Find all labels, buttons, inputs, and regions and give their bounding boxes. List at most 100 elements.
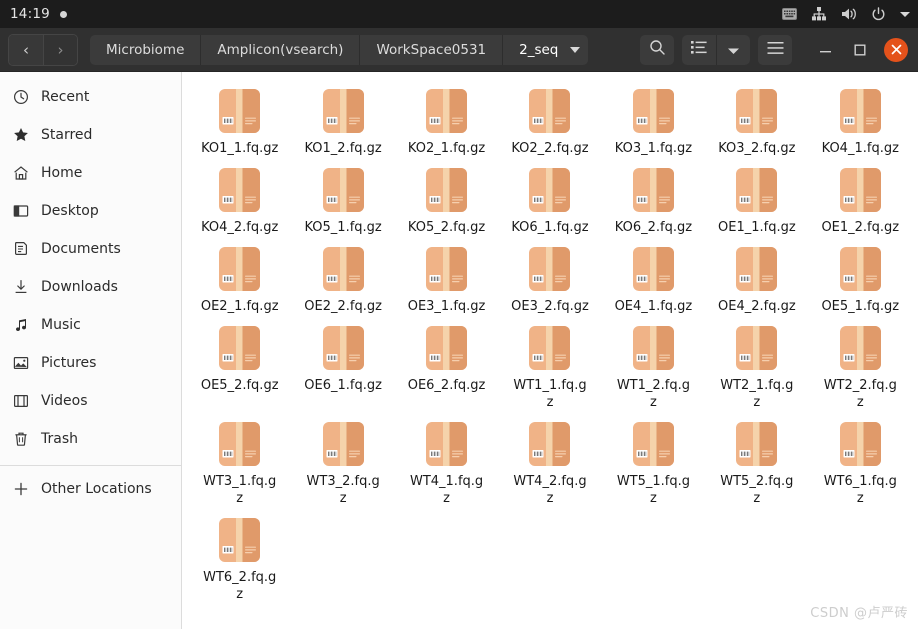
file-item[interactable]: OE1_1.fq.gz: [705, 161, 808, 236]
sidebar-item-music[interactable]: Music: [0, 306, 181, 344]
archive-file-icon: [632, 167, 675, 213]
network-icon[interactable]: [811, 7, 827, 21]
archive-file-icon: [218, 246, 261, 292]
file-name-label: OE3_2.fq.gz: [511, 299, 589, 314]
file-name-label: KO2_1.fq.gz: [407, 141, 486, 156]
system-top-bar: 14:19: [0, 0, 918, 28]
search-button[interactable]: [640, 34, 674, 65]
sidebar-item-other-locations[interactable]: Other Locations: [0, 470, 181, 508]
file-name-label: WT3_2.fq.gz: [306, 474, 380, 506]
file-name-label: WT1_1.fq.gz: [513, 378, 587, 410]
keyboard-layout-icon[interactable]: [782, 8, 797, 20]
breadcrumb-item-amplicon[interactable]: Amplicon(vsearch): [201, 34, 361, 65]
file-item[interactable]: KO6_2.fq.gz: [602, 161, 705, 236]
file-item[interactable]: WT2_1.fq.gz: [705, 319, 808, 411]
archive-file-icon: [528, 167, 571, 213]
file-icon-grid: KO1_1.fq.gz KO1_2.fq.gz KO2_1.fq.gz KO2_2.f…: [188, 82, 912, 603]
sidebar-item-videos[interactable]: Videos: [0, 382, 181, 420]
file-item[interactable]: OE6_1.fq.gz: [291, 319, 394, 411]
back-button[interactable]: ‹: [9, 34, 43, 65]
music-note-icon: [12, 317, 29, 334]
sidebar-item-documents[interactable]: Documents: [0, 230, 181, 268]
minimize-button[interactable]: [814, 39, 836, 61]
forward-button[interactable]: ›: [43, 34, 77, 65]
file-name-label: KO3_1.fq.gz: [614, 141, 693, 156]
breadcrumb-item-workspace0531[interactable]: WorkSpace0531: [360, 34, 504, 65]
file-name-label: WT1_2.fq.gz: [616, 378, 691, 410]
file-name-label: OE2_1.fq.gz: [200, 299, 279, 314]
file-name-label: KO3_2.fq.gz: [718, 141, 796, 156]
chevron-down-icon[interactable]: [570, 46, 581, 53]
sidebar-item-pictures[interactable]: Pictures: [0, 344, 181, 382]
file-name-label: OE3_1.fq.gz: [407, 299, 486, 314]
sidebar-item-starred[interactable]: Starred: [0, 116, 181, 154]
file-item[interactable]: WT5_1.fq.gz: [602, 415, 705, 507]
file-item[interactable]: WT1_2.fq.gz: [602, 319, 705, 411]
file-item[interactable]: OE4_1.fq.gz: [602, 240, 705, 315]
breadcrumb-item-2-seq[interactable]: 2_seq: [503, 34, 589, 65]
file-item[interactable]: WT1_1.fq.gz: [498, 319, 601, 411]
file-item[interactable]: OE4_2.fq.gz: [705, 240, 808, 315]
clock[interactable]: 14:19: [10, 6, 50, 22]
chevron-down-icon[interactable]: [900, 11, 910, 17]
file-item[interactable]: OE5_2.fq.gz: [188, 319, 291, 411]
main-menu-button[interactable]: [758, 34, 792, 65]
file-name-label: KO6_1.fq.gz: [511, 220, 589, 235]
archive-file-icon: [735, 167, 778, 213]
breadcrumb-item-microbiome[interactable]: Microbiome: [90, 34, 202, 65]
file-item[interactable]: OE3_2.fq.gz: [498, 240, 601, 315]
system-tray: [782, 0, 910, 28]
file-list-view[interactable]: KO1_1.fq.gz KO1_2.fq.gz KO2_1.fq.gz KO2_2.f…: [182, 72, 918, 629]
file-item[interactable]: WT4_1.fq.gz: [395, 415, 498, 507]
sidebar-item-label: Pictures: [41, 355, 97, 371]
sidebar-item-recent[interactable]: Recent: [0, 78, 181, 116]
file-item[interactable]: WT3_2.fq.gz: [291, 415, 394, 507]
file-item[interactable]: WT6_1.fq.gz: [809, 415, 912, 507]
sidebar-item-home[interactable]: Home: [0, 154, 181, 192]
file-item[interactable]: KO2_1.fq.gz: [395, 82, 498, 157]
file-item[interactable]: KO2_2.fq.gz: [498, 82, 601, 157]
volume-icon[interactable]: [841, 7, 857, 21]
sidebar-item-label: Starred: [41, 127, 93, 143]
sidebar-item-label: Documents: [41, 241, 121, 257]
file-name-label: KO1_1.fq.gz: [201, 141, 279, 156]
file-item[interactable]: KO5_1.fq.gz: [291, 161, 394, 236]
file-name-label: WT2_1.fq.gz: [720, 378, 794, 410]
file-item[interactable]: WT3_1.fq.gz: [188, 415, 291, 507]
archive-file-icon: [839, 246, 882, 292]
sidebar-item-desktop[interactable]: Desktop: [0, 192, 181, 230]
file-item[interactable]: KO4_1.fq.gz: [809, 82, 912, 157]
file-item[interactable]: KO6_1.fq.gz: [498, 161, 601, 236]
sidebar-item-trash[interactable]: Trash: [0, 420, 181, 458]
file-item[interactable]: OE1_2.fq.gz: [809, 161, 912, 236]
breadcrumb-label: 2_seq: [519, 41, 559, 58]
file-item[interactable]: WT4_2.fq.gz: [498, 415, 601, 507]
recording-dot-icon: [59, 10, 67, 18]
file-item[interactable]: OE3_1.fq.gz: [395, 240, 498, 315]
file-item[interactable]: KO1_2.fq.gz: [291, 82, 394, 157]
file-item[interactable]: KO4_2.fq.gz: [188, 161, 291, 236]
file-item[interactable]: OE6_2.fq.gz: [395, 319, 498, 411]
file-name-label: KO5_1.fq.gz: [304, 220, 382, 235]
list-view-button[interactable]: [682, 34, 716, 65]
file-item[interactable]: WT5_2.fq.gz: [705, 415, 808, 507]
sidebar-item-downloads[interactable]: Downloads: [0, 268, 181, 306]
file-item[interactable]: OE2_2.fq.gz: [291, 240, 394, 315]
power-icon[interactable]: [871, 6, 886, 22]
close-button[interactable]: [884, 37, 908, 62]
view-options-dropdown[interactable]: [716, 34, 750, 65]
file-item[interactable]: WT6_2.fq.gz: [188, 511, 291, 603]
file-item[interactable]: KO3_2.fq.gz: [705, 82, 808, 157]
sidebar-divider: [0, 465, 181, 466]
file-item[interactable]: KO3_1.fq.gz: [602, 82, 705, 157]
file-item[interactable]: WT2_2.fq.gz: [809, 319, 912, 411]
file-item[interactable]: KO1_1.fq.gz: [188, 82, 291, 157]
file-name-label: OE4_2.fq.gz: [718, 299, 796, 314]
file-item[interactable]: OE5_1.fq.gz: [809, 240, 912, 315]
file-item[interactable]: OE2_1.fq.gz: [188, 240, 291, 315]
archive-file-icon: [218, 517, 261, 563]
archive-file-icon: [425, 246, 468, 292]
maximize-button[interactable]: [849, 39, 871, 61]
file-item[interactable]: KO5_2.fq.gz: [395, 161, 498, 236]
archive-file-icon: [528, 325, 571, 371]
